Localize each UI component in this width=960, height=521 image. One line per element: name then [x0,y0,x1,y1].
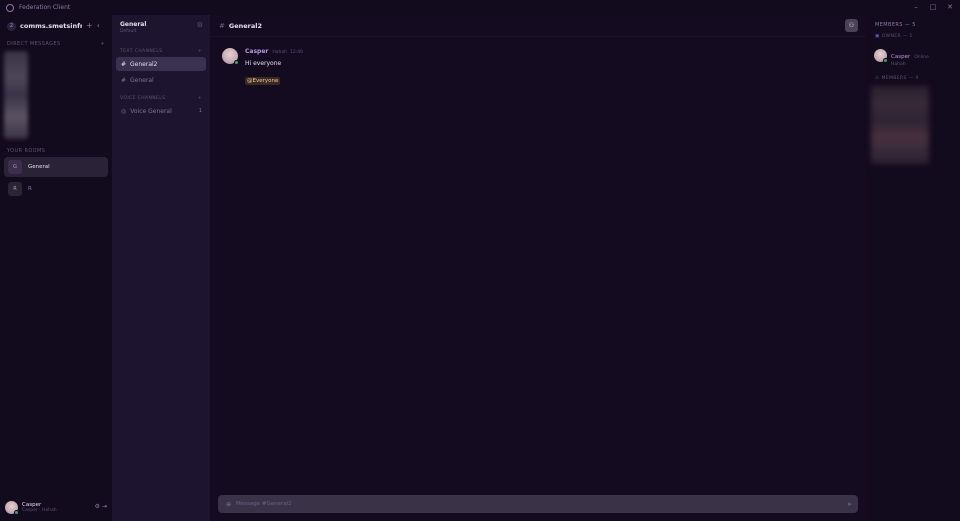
members-header: MEMBERS — 5 [875,22,916,28]
add-dm-icon[interactable]: + [100,41,105,47]
message-handle: Hahah [272,50,287,55]
members-toggle-button[interactable]: ⚇ [845,19,858,32]
voice-user-count: 1 [198,108,202,114]
avatar[interactable] [222,48,239,65]
add-channel-icon[interactable]: + [198,49,202,54]
send-icon[interactable]: ➤ [847,501,852,508]
speaker-icon: ◎ [121,107,127,115]
server-sidebar: 2 comms.smetsinfra.cc + ‹ DIRECT MESSAGE… [0,15,112,521]
message-text: Hi everyone [245,60,282,67]
channel-header: # General2 ⚇ [210,15,866,37]
member-badge: Online [914,55,929,60]
server-icon[interactable]: 2 [7,21,16,31]
user-status: Casper · Hahah [22,507,57,513]
member-list: MEMBERS — 5 ▣ OWNER — 1 Casper Online Haha… [866,15,960,521]
voice-channel-item[interactable]: ◎ Voice General 1 [116,104,206,118]
room-icon: G [8,160,22,174]
message-time: 12:40 [289,50,303,55]
channel-name: General [130,76,154,84]
maximize-button[interactable]: □ [927,2,939,13]
dm-section: DIRECT MESSAGES + [0,41,112,47]
logout-icon[interactable]: ⇥ [102,503,107,510]
online-status-icon [234,60,239,65]
close-button[interactable]: ✕ [944,2,956,13]
owner-label: OWNER — 1 [881,34,913,39]
member-sub: Hahah [891,62,906,67]
app-icon [6,3,14,12]
rooms-label: YOUR ROOMS [7,148,46,154]
settings-icon[interactable]: ⚙ [95,503,100,510]
hash-icon: # [121,76,127,84]
message: Casper Hahah 12:40 Hi everyone @Everyone [222,48,303,86]
hash-icon: # [219,21,225,30]
channel-name: General2 [130,60,158,68]
channel-sidebar: General Default ⚙ TEXT CHANNELS + # Gene… [112,15,210,521]
channel-title: General2 [228,21,262,30]
collapse-icon[interactable]: ‹ [97,22,100,30]
room-icon: R [8,182,22,196]
attach-icon[interactable]: ⊕ [226,501,231,508]
server-header: 2 comms.smetsinfra.cc + ‹ [0,15,112,37]
room-settings-icon[interactable]: ⚙ [197,21,203,29]
user-actions: ⚙ ⇥ [95,503,107,510]
room-item-r[interactable]: R R [4,179,108,199]
online-status-icon [14,509,19,515]
minimize-button[interactable]: – [910,2,922,13]
room-item-general[interactable]: G General [4,157,108,177]
members-section: ♙ MEMBERS — 4 [866,76,960,81]
channel-item-general2[interactable]: # General2 [116,57,206,71]
room-name: R [28,186,32,192]
chat-area: # General2 ⚇ Casper Hahah 12:40 Hi every… [210,15,866,521]
message-composer: ⊕ ➤ [218,495,858,513]
message-input[interactable] [236,501,837,507]
add-server-icon[interactable]: + [86,22,93,30]
member-list-blurred [871,86,929,164]
message-author[interactable]: Casper [245,48,268,55]
voice-channels-section: VOICE CHANNELS + [112,96,210,101]
avatar [874,48,888,63]
mention-chip[interactable]: @Everyone [245,77,281,85]
text-channels-section: TEXT CHANNELS + [112,49,210,54]
room-subtitle: Default [120,29,137,34]
owner-badge-icon: ▣ [875,34,880,39]
dm-label: DIRECT MESSAGES [7,41,61,47]
user-bar: Casper Casper · Hahah ⚙ ⇥ [0,493,112,521]
member-name: Casper [891,54,911,60]
title-bar: Federation Client – □ ✕ [0,0,960,15]
hash-icon: # [121,60,127,68]
voice-channel-name: Voice General [130,107,172,115]
avatar[interactable] [5,500,19,515]
text-channels-label: TEXT CHANNELS [120,49,163,54]
dm-list-blurred [4,51,28,139]
voice-channels-label: VOICE CHANNELS [120,96,166,101]
room-header: General Default ⚙ [112,15,210,39]
members-label: MEMBERS — 4 [881,76,919,81]
room-name: General [28,164,50,170]
person-icon: ♙ [875,76,880,81]
online-status-icon [883,57,888,63]
server-name[interactable]: comms.smetsinfra.cc [20,22,82,30]
channel-item-general[interactable]: # General [116,73,206,87]
member-item[interactable]: Casper Online Hahah [866,39,960,67]
add-voice-channel-icon[interactable]: + [198,96,202,101]
app-title: Federation Client [19,4,71,11]
